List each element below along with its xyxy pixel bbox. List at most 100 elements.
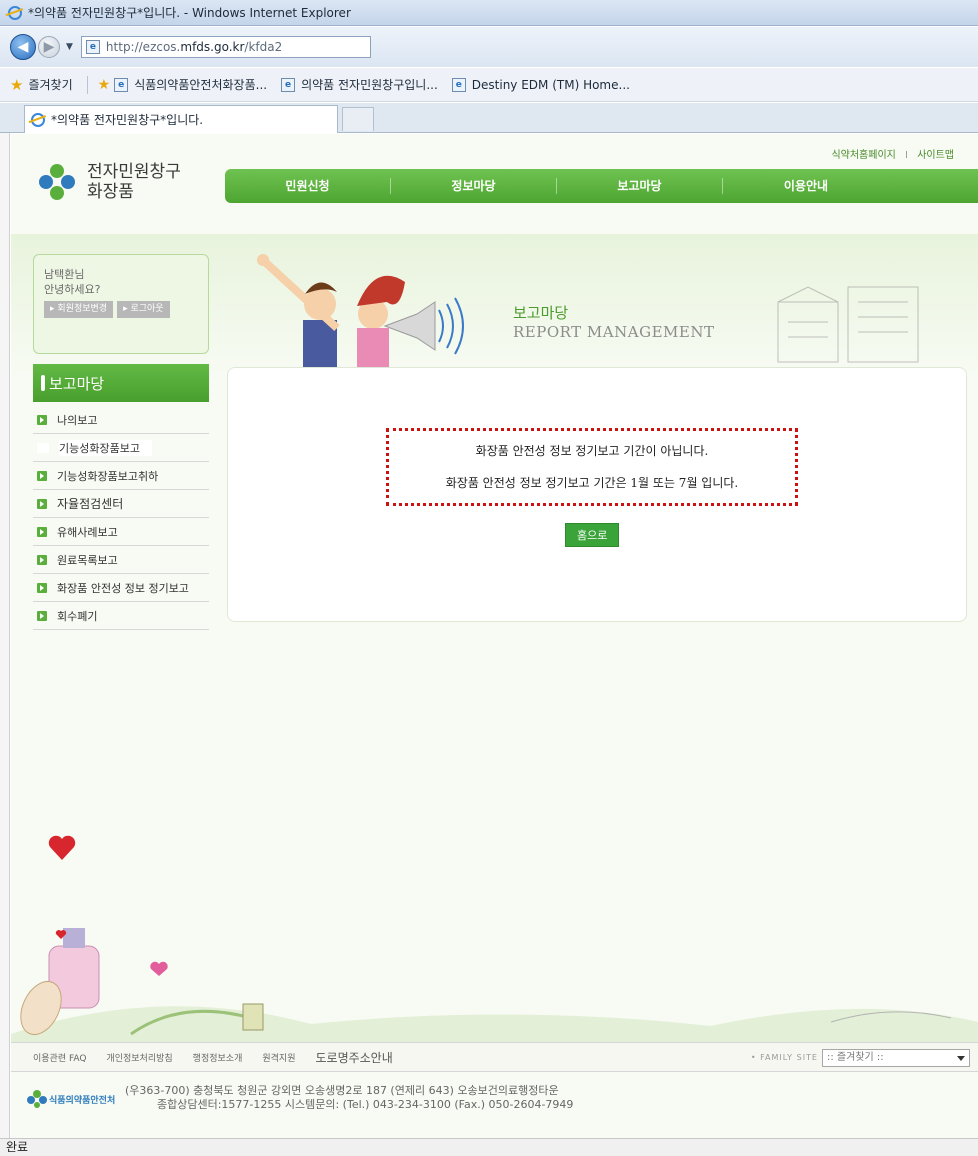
arrow-bullet-icon xyxy=(37,610,47,621)
navigation-bar: ◀ ▶ ▼ e http://ezcos. mfds.go.kr/kfda2 xyxy=(0,27,978,67)
star-icon: ★ xyxy=(10,75,24,94)
ie-logo-icon xyxy=(8,5,22,20)
home-button[interactable]: 홈으로 xyxy=(565,523,620,547)
footer: 식품의약품안전처 (우363-700) 충청북도 청원군 강외면 오송생명2로 … xyxy=(27,1084,967,1124)
heading-marker-icon xyxy=(41,375,45,391)
banner-subtitle: REPORT MANAGEMENT xyxy=(513,323,715,341)
arrow-bullet-icon xyxy=(37,470,47,481)
web-page: 전자민원창구 화장품 식약처홈페이지 I 사이트맵 민원신청 정보마당 보고마당… xyxy=(11,134,978,1138)
page-icon: e xyxy=(281,77,296,92)
favorite-link-3[interactable]: e Destiny EDM (TM) Home... xyxy=(451,77,630,92)
site-title-line2: 화장품 xyxy=(87,182,134,202)
edit-profile-button[interactable]: ▸ 회원정보변경 xyxy=(44,301,114,318)
content-panel: 화장품 안전성 정보 정기보고 기간이 아닙니다. 화장품 안전성 정보 정기보… xyxy=(227,367,967,622)
window-titlebar: *의약품 전자민원창구*입니다. - Windows Internet Expl… xyxy=(0,0,978,26)
lnb-item-label: 기능성화장품보고 xyxy=(59,439,152,456)
lnb-item-adverse-events[interactable]: 유해사례보고 xyxy=(33,518,209,546)
footer-link-admin-info[interactable]: 행정정보소개 xyxy=(193,1051,243,1064)
site-logo[interactable]: 전자민원창구 화장품 xyxy=(39,162,181,202)
page-icon: e xyxy=(114,77,129,92)
footer-link-faq[interactable]: 이용관련 FAQ xyxy=(33,1051,86,1064)
footer-navigation: 이용관련 FAQ 개인정보처리방침 행정정보소개 원격지원 도로명주소안내 • … xyxy=(11,1042,978,1072)
favorite-label: 식품의약품안전처화장품... xyxy=(134,78,268,92)
browser-tab[interactable]: *의약품 전자민원창구*입니다. xyxy=(24,105,338,133)
arrow-bullet-icon xyxy=(37,414,47,425)
lnb-item-recall[interactable]: 회수폐기 xyxy=(33,602,209,630)
ie-logo-icon xyxy=(31,112,45,127)
lnb-item-self-check[interactable]: 자율점검센터 xyxy=(33,490,209,518)
greeting: 안녕하세요? xyxy=(44,283,101,296)
lnb-item-label: 유해사례보고 xyxy=(57,525,118,539)
lnb-heading: 보고마당 xyxy=(33,364,209,402)
gnb-item-report[interactable]: 보고마당 xyxy=(557,178,723,194)
footer-link-remote[interactable]: 원격지원 xyxy=(262,1051,295,1064)
notice-line2: 화장품 안전성 정보 정기보고 기간은 1월 또는 7월 입니다. xyxy=(445,476,739,490)
tab-bar: *의약품 전자민원창구*입니다. xyxy=(0,103,978,133)
forward-button[interactable]: ▶ xyxy=(38,36,60,58)
lnb-item-safety-periodic[interactable]: 화장품 안전성 정보 정기보고 xyxy=(33,574,209,602)
site-title-line1: 전자민원창구 xyxy=(87,162,181,182)
arrow-bullet-icon xyxy=(37,498,47,509)
favorites-label: 즐겨찾기 xyxy=(28,78,73,92)
lnb-item-label: 기능성화장품보고취하 xyxy=(57,469,159,483)
lnb-item-label: 나의보고 xyxy=(57,413,98,427)
footer-contact: 종합상담센터:1577-1255 시스템문의: (Tel.) 043-234-3… xyxy=(157,1098,574,1111)
left-rail xyxy=(0,133,10,1156)
heart-icon xyxy=(48,835,76,860)
user-name: 남택환님 xyxy=(44,268,85,281)
logo-mark-icon xyxy=(39,164,75,200)
lnb-item-label: 회수폐기 xyxy=(57,609,98,623)
favorites-button[interactable]: ★ 즐겨찾기 xyxy=(10,76,73,94)
gnb-item-guide[interactable]: 이용안내 xyxy=(723,178,889,194)
arrow-bullet-icon xyxy=(37,526,47,537)
url-domain: mfds.go.kr xyxy=(180,40,245,54)
footer-link-road-address[interactable]: 도로명주소안내 xyxy=(315,1049,392,1066)
family-site-label: • FAMILY SITE xyxy=(750,1052,818,1062)
utility-links: 식약처홈페이지 I 사이트맵 xyxy=(831,146,954,161)
lnb-item-my-reports[interactable]: 나의보고 xyxy=(33,406,209,434)
sitemap-link[interactable]: 사이트맵 xyxy=(917,150,954,161)
lnb-item-label: 화장품 안전성 정보 정기보고 xyxy=(57,581,189,595)
logout-button[interactable]: ▸ 로그아웃 xyxy=(117,301,170,318)
lnb-item-label: 원료목록보고 xyxy=(57,553,118,567)
login-box: 남택환님 안녕하세요? ▸ 회원정보변경 ▸ 로그아웃 xyxy=(33,254,209,354)
global-navigation: 민원신청 정보마당 보고마당 이용안내 xyxy=(225,169,978,203)
family-site-value: :: 즐겨찾기 :: xyxy=(827,1052,884,1063)
notice-line1: 화장품 안전성 정보 정기보고 기간이 아닙니다. xyxy=(475,444,709,458)
footer-link-privacy[interactable]: 개인정보처리방침 xyxy=(106,1051,172,1064)
arrow-bullet-icon xyxy=(37,442,49,453)
status-bar: 완료 xyxy=(0,1138,978,1156)
new-tab-button[interactable] xyxy=(342,107,374,131)
favorite-label: 의약품 전자민원창구입니... xyxy=(301,78,438,92)
url-prefix: http://ezcos. xyxy=(105,40,181,54)
lnb-item-ingredients[interactable]: 원료목록보고 xyxy=(33,546,209,574)
chevron-down-icon xyxy=(957,1056,965,1061)
lnb-item-label: 자율점검센터 xyxy=(57,497,124,511)
notice-box: 화장품 안전성 정보 정기보고 기간이 아닙니다. 화장품 안전성 정보 정기보… xyxy=(386,428,798,506)
lnb-item-functional-withdraw[interactable]: 기능성화장품보고취하 xyxy=(33,462,209,490)
section-banner: 보고마당 REPORT MANAGEMENT xyxy=(225,242,978,367)
characters-illustration xyxy=(257,254,464,367)
arrow-bullet-icon xyxy=(37,554,47,565)
divider xyxy=(86,75,88,94)
favorite-link-2[interactable]: e 의약품 전자민원창구입니... xyxy=(281,76,438,93)
address-bar[interactable]: e http://ezcos. mfds.go.kr/kfda2 xyxy=(80,36,371,58)
add-favorite-icon[interactable]: ★ xyxy=(98,77,111,93)
banner-title: 보고마당 xyxy=(513,304,569,322)
page-icon: e xyxy=(85,40,100,54)
favorite-label: Destiny EDM (TM) Home... xyxy=(471,77,630,92)
history-dropdown-icon[interactable]: ▼ xyxy=(66,42,73,52)
favorite-link-1[interactable]: e 식품의약품안전처화장품... xyxy=(114,76,267,93)
lnb-item-functional-cosmetics[interactable]: 기능성화장품보고 xyxy=(33,434,209,462)
gnb-item-application[interactable]: 민원신청 xyxy=(225,178,391,194)
back-button[interactable]: ◀ xyxy=(10,34,36,60)
util-separator: I xyxy=(905,150,908,161)
page-icon: e xyxy=(451,77,466,92)
gnb-item-information[interactable]: 정보마당 xyxy=(391,178,557,194)
building-illustration xyxy=(777,286,919,363)
family-site-select[interactable]: :: 즐겨찾기 :: xyxy=(822,1049,970,1067)
window-title: *의약품 전자민원창구*입니다. - Windows Internet Expl… xyxy=(28,6,351,20)
footer-address: (우363-700) 충청북도 청원군 강외면 오송생명2로 187 (연제리 … xyxy=(125,1084,559,1097)
arrow-bullet-icon xyxy=(37,582,47,593)
mfds-home-link[interactable]: 식약처홈페이지 xyxy=(831,150,895,161)
